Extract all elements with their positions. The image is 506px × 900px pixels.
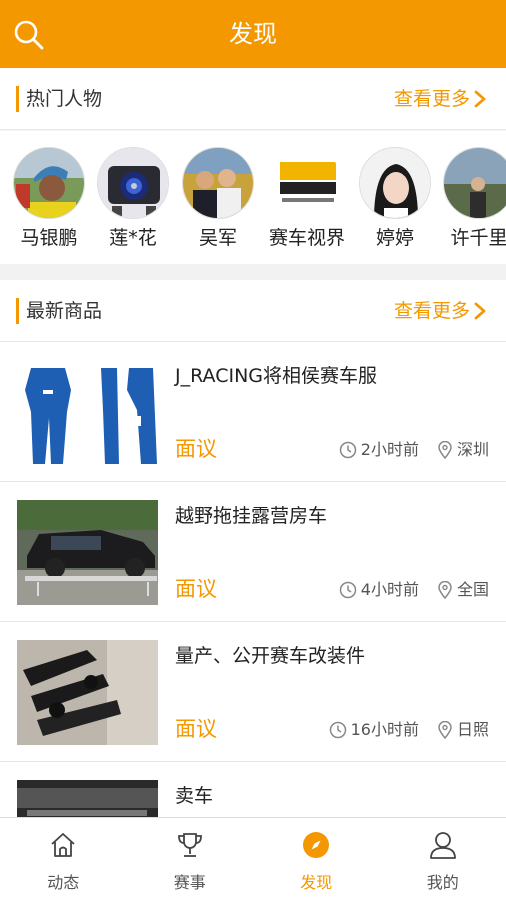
top-bar: 发现: [0, 0, 506, 68]
person-name: 马银鹏: [20, 227, 78, 249]
goods-item[interactable]: 量产、公开赛车改装件 面议 16小时前 日照: [0, 622, 506, 762]
avatar: [182, 147, 254, 219]
user-icon: [429, 832, 456, 859]
chevron-right-icon: [474, 302, 486, 320]
clock-icon: [339, 581, 357, 599]
goods-title: 卖车: [175, 785, 214, 807]
person-item[interactable]: 马银鹏: [4, 147, 94, 251]
goods-section-header: 最新商品 查看更多: [0, 280, 506, 342]
goods-see-more-label: 查看更多: [393, 300, 470, 322]
goods-price: 面议: [175, 717, 217, 741]
tab-profile[interactable]: 我的: [380, 818, 506, 900]
location-pin-icon: [438, 581, 452, 599]
tab-label: 发现: [300, 873, 333, 892]
tab-label: 我的: [426, 873, 459, 892]
goods-see-more-link[interactable]: 查看更多: [394, 297, 486, 325]
people-see-more-label: 查看更多: [393, 88, 470, 110]
chevron-right-icon: [474, 90, 486, 108]
goods-title: 越野拖挂露营房车: [175, 505, 328, 527]
person-name: 许千里: [450, 227, 506, 249]
tab-label: 赛事: [173, 873, 206, 892]
goods-time: 2小时前: [360, 440, 419, 459]
person-item[interactable]: 吴军: [173, 147, 263, 251]
avatar: [97, 147, 169, 219]
section-accent-bar: [16, 86, 19, 112]
goods-item[interactable]: 越野拖挂露营房车 面议 4小时前 全国: [0, 482, 506, 622]
people-section-header: 热门人物 查看更多: [0, 68, 506, 130]
trophy-icon: [177, 833, 202, 857]
person-name: 吴军: [198, 227, 237, 249]
goods-image: [17, 640, 158, 745]
goods-time: 16小时前: [350, 720, 419, 739]
goods-meta: 4小时前 全国: [339, 579, 489, 601]
location-pin-icon: [438, 721, 452, 739]
location-pin-icon: [438, 441, 452, 459]
people-see-more-link[interactable]: 查看更多: [394, 85, 486, 113]
goods-meta: 2小时前 深圳: [339, 439, 489, 461]
people-list: 马银鹏 莲*花 吴军 赛车视界 婷婷 许千里: [0, 131, 506, 264]
tab-label: 动态: [47, 873, 80, 892]
bottom-tab-bar: 动态 赛事 发现 我的: [0, 817, 506, 900]
goods-location: 全国: [456, 580, 489, 599]
people-section-title: 热门人物: [26, 88, 103, 110]
goods-title: 量产、公开赛车改装件: [175, 645, 366, 667]
goods-item[interactable]: J_RACING将相侯赛车服 面议 2小时前 深圳: [0, 342, 506, 482]
compass-icon: [303, 832, 330, 858]
person-name: 莲*花: [109, 227, 157, 249]
clock-icon: [329, 721, 346, 739]
goods-location: 日照: [456, 720, 489, 739]
avatar: [443, 147, 506, 219]
tab-feed[interactable]: 动态: [0, 818, 127, 900]
person-item[interactable]: 许千里: [434, 147, 506, 251]
avatar: [13, 147, 85, 219]
goods-title: J_RACING将相侯赛车服: [175, 365, 378, 387]
goods-section-title: 最新商品: [26, 300, 103, 322]
goods-price: 面议: [175, 577, 217, 601]
person-name: 婷婷: [375, 227, 414, 249]
person-item[interactable]: 莲*花: [88, 147, 178, 251]
person-item[interactable]: 婷婷: [350, 147, 440, 251]
goods-location: 深圳: [456, 440, 489, 459]
goods-price: 面议: [175, 437, 217, 461]
goods-image: [17, 360, 158, 465]
goods-time: 4小时前: [360, 580, 419, 599]
page-title: 发现: [229, 20, 277, 48]
tab-events[interactable]: 赛事: [127, 818, 254, 900]
avatar: [359, 147, 431, 219]
tab-discover[interactable]: 发现: [253, 818, 380, 900]
clock-icon: [339, 441, 357, 459]
person-name: 赛车视界: [268, 227, 345, 249]
home-icon: [51, 833, 75, 857]
section-accent-bar: [16, 298, 19, 324]
goods-meta: 16小时前 日照: [329, 719, 489, 741]
avatar: [271, 147, 343, 219]
goods-image: [17, 500, 158, 605]
person-item[interactable]: 赛车视界: [262, 147, 352, 251]
